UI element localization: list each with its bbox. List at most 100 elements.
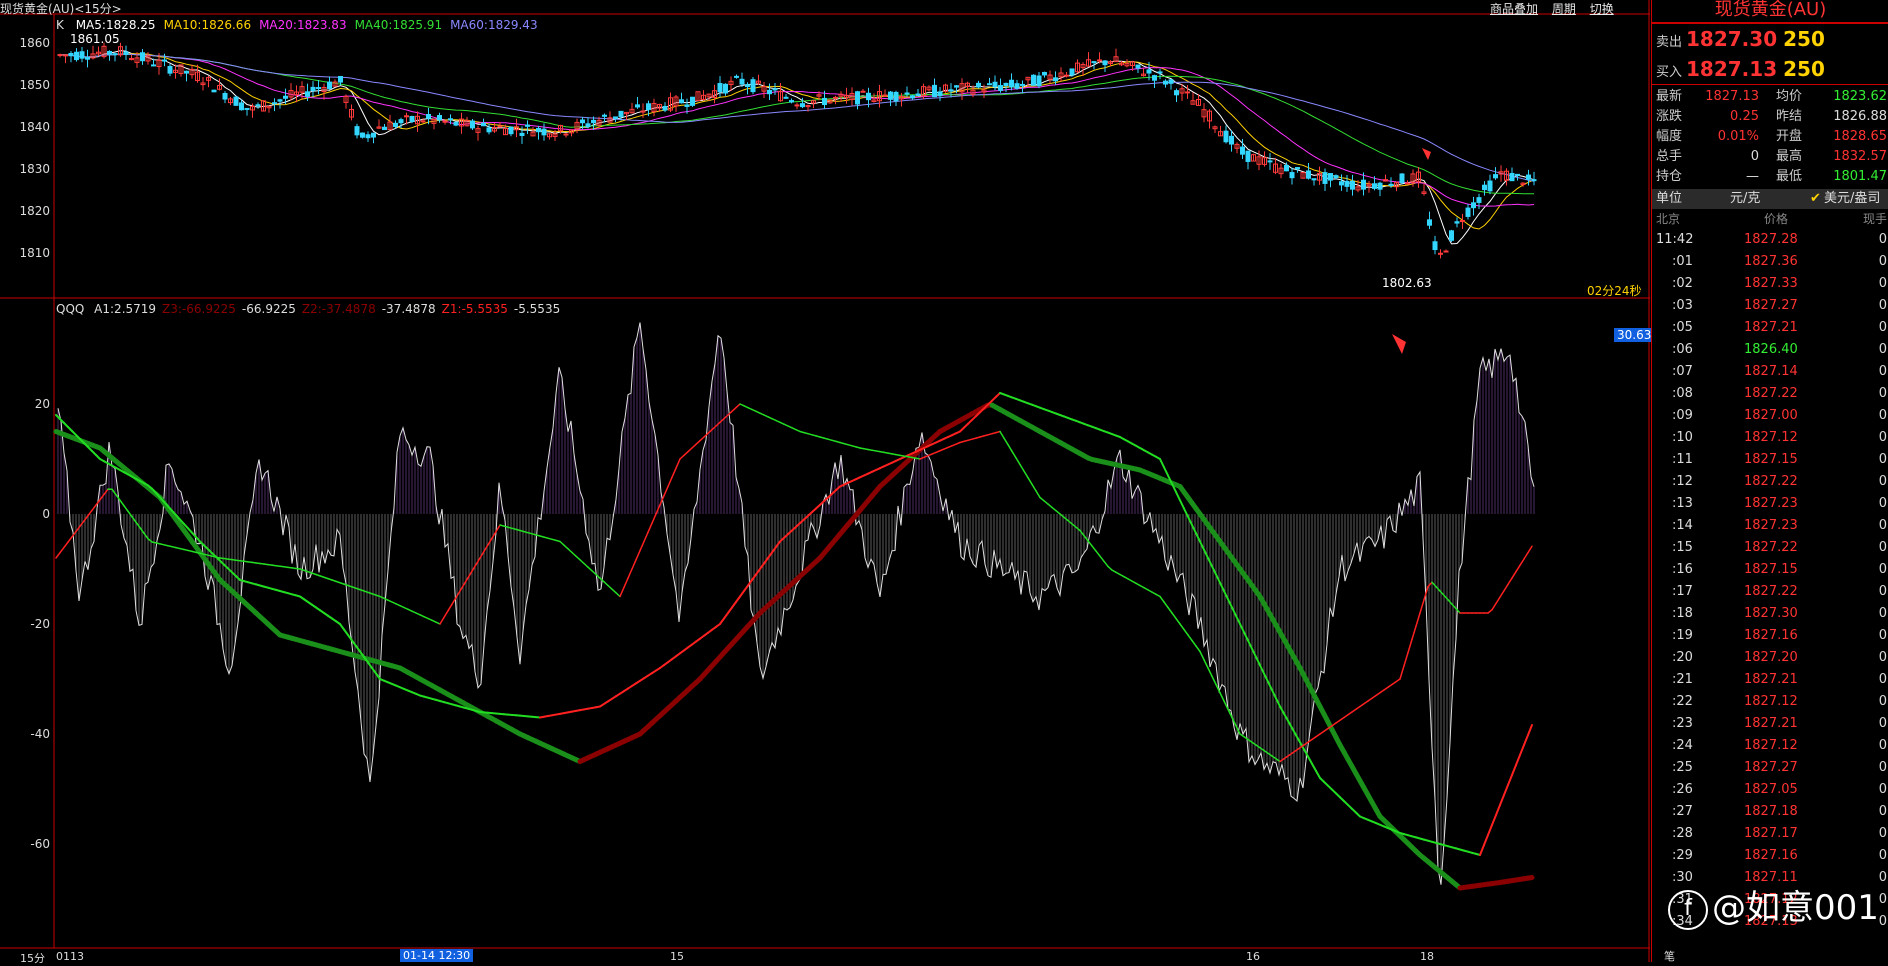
tick-volume: 0	[1879, 229, 1887, 251]
z1-line	[92, 505, 96, 510]
candle-body	[740, 79, 744, 84]
window-title: 现货黄金(AU)<15分>	[0, 0, 122, 17]
candle-body	[592, 120, 596, 122]
unit-bar[interactable]: 单位 元/克 ✔ 美元/盎司	[1652, 189, 1888, 209]
z2-line	[1480, 845, 1484, 855]
signal-arrow-icon	[1392, 334, 1406, 354]
z1-line	[636, 551, 640, 560]
overlay-link[interactable]: 商品叠加	[1490, 2, 1538, 16]
tick-time: :19	[1672, 625, 1693, 647]
stats-v2: 1823.62	[1833, 87, 1887, 107]
tick-time: :10	[1672, 427, 1693, 449]
candle-body	[977, 83, 981, 87]
indicator-legend-item: A1:2.5719	[94, 302, 156, 316]
switch-link[interactable]: 切换	[1590, 2, 1614, 16]
chart-canvas[interactable]: 186018501840183018201810200-20-40-60	[0, 0, 1650, 962]
tick-row: :011827.360	[1652, 251, 1888, 273]
tick-price: 1827.21	[1744, 669, 1798, 691]
candle-body	[751, 80, 755, 92]
candle-body	[1136, 65, 1140, 68]
z1-line	[448, 604, 452, 611]
z1-line	[1496, 597, 1500, 603]
z2-line	[728, 608, 732, 614]
candle-body	[1483, 185, 1487, 189]
z2-line	[1508, 775, 1512, 785]
candle-body	[795, 105, 799, 106]
candle-body	[564, 134, 568, 135]
z1-line	[124, 506, 128, 512]
period-link[interactable]: 周期	[1552, 2, 1576, 16]
tick-row: :221827.120	[1652, 691, 1888, 713]
buy-label: 买入	[1656, 65, 1682, 80]
tick-time: :27	[1672, 801, 1693, 823]
tick-time: :24	[1672, 735, 1693, 757]
tick-volume: 0	[1879, 801, 1887, 823]
tick-time: :06	[1672, 339, 1693, 361]
z1-line	[1516, 565, 1520, 571]
tick-time: :26	[1672, 779, 1693, 801]
tick-volume: 0	[1879, 845, 1887, 867]
tick-row: :101827.120	[1652, 427, 1888, 449]
k-label: K	[56, 18, 64, 32]
candle-body	[999, 86, 1003, 91]
tick-price: 1827.22	[1744, 471, 1798, 493]
stats-row: 涨跌0.25昨结1826.88	[1652, 107, 1888, 127]
candle-body	[1241, 147, 1245, 154]
price-tick-label: 1860	[19, 36, 50, 50]
tick-volume: 0	[1879, 757, 1887, 779]
sell-row[interactable]: 卖出1827.30250	[1652, 24, 1888, 54]
z2-line	[1512, 765, 1516, 775]
z1-line	[652, 514, 656, 523]
x-label-15: 15	[670, 950, 684, 963]
period-label: 15分	[20, 950, 45, 966]
candle-body	[152, 65, 156, 66]
stats-v2: 1832.57	[1833, 147, 1887, 167]
unit-alt[interactable]: 美元/盎司	[1824, 189, 1880, 209]
candle-body	[988, 84, 992, 85]
candle-body	[58, 55, 62, 56]
tick-time: :01	[1672, 251, 1693, 273]
candle-body	[1147, 70, 1151, 73]
tick-list[interactable]: 11:421827.280:011827.360:021827.330:0318…	[1652, 229, 1888, 933]
z1-line	[60, 547, 64, 552]
candle-body	[867, 93, 871, 99]
stats-l1: 涨跌	[1656, 107, 1682, 127]
stats-l1: 幅度	[1656, 127, 1682, 147]
candle-body	[1004, 83, 1008, 85]
candle-body	[1466, 208, 1470, 216]
candle-body	[1015, 84, 1019, 89]
candle-body	[526, 125, 530, 126]
candle-body	[443, 121, 447, 122]
candle-body	[366, 135, 370, 138]
indicator-legend-item: -37.4878	[382, 302, 436, 316]
candle-body	[1428, 220, 1432, 225]
candle-body	[1362, 180, 1366, 189]
candle-body	[1043, 72, 1047, 74]
tick-time: :25	[1672, 757, 1693, 779]
z1-line	[1412, 626, 1416, 639]
candle-body	[1472, 203, 1476, 208]
candle-body	[614, 117, 618, 118]
candle-body	[1164, 81, 1168, 84]
candle-body	[663, 106, 667, 110]
tick-price: 1827.12	[1744, 691, 1798, 713]
z1-line	[620, 587, 624, 596]
price-tick-label: 1820	[19, 204, 50, 218]
z2-line	[1484, 835, 1488, 845]
z2-line	[1312, 764, 1316, 771]
stats-l2: 均价	[1776, 87, 1802, 107]
candle-body	[240, 103, 244, 110]
candle-body	[542, 129, 546, 135]
candle-body	[691, 97, 695, 105]
unit-value[interactable]: 元/克	[1730, 189, 1760, 209]
chart-area[interactable]: 186018501840183018201810200-20-40-60 现货黄…	[0, 0, 1650, 962]
candle-body	[993, 82, 997, 86]
buy-row[interactable]: 买入1827.13250	[1652, 54, 1888, 84]
candle-body	[449, 119, 453, 120]
candle-body	[823, 98, 827, 104]
tick-time: :23	[1672, 713, 1693, 735]
indicator-tick-label: 0	[42, 507, 50, 521]
tick-time: :13	[1672, 493, 1693, 515]
z1-line	[1456, 609, 1460, 613]
price-tick-label: 1850	[19, 78, 50, 92]
